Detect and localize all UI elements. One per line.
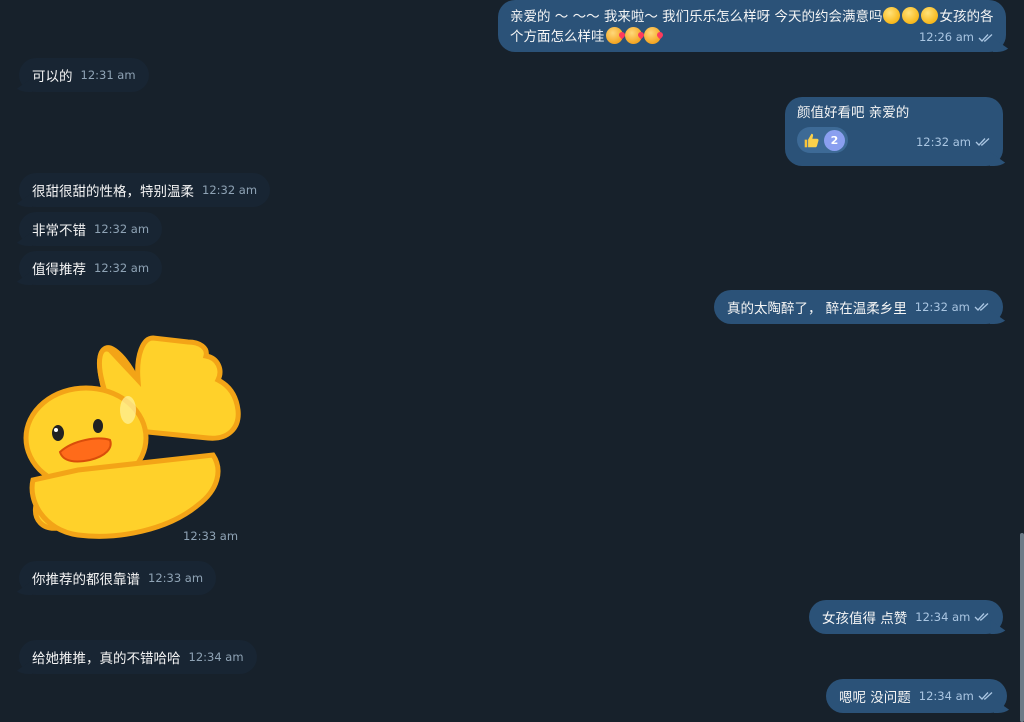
- message-text: 非常不错: [32, 223, 86, 239]
- message-time: 12:32 am: [94, 222, 150, 236]
- star-struck-emoji: [902, 7, 920, 24]
- message-text: 很甜很甜的性格，特别温柔: [32, 184, 194, 200]
- message-text: 颜值好看吧 亲爱的: [797, 105, 910, 121]
- message-text: 女孩值得 点赞: [822, 611, 908, 627]
- double-check-icon: [978, 33, 993, 42]
- message-time: 12:33 am: [148, 571, 204, 585]
- scrollbar[interactable]: [1020, 533, 1024, 722]
- message-bubble-outgoing[interactable]: 颜值好看吧 亲爱的 2 12:32 am: [785, 97, 1003, 166]
- message-bubble-outgoing[interactable]: 亲爱的 ～ ～～ 我来啦～ 我们乐乐怎么样呀 今天的约会满意吗 女孩的各个方面怎么…: [498, 0, 1006, 52]
- message-time: 12:34 am: [188, 650, 244, 664]
- reaction-count: 2: [824, 129, 845, 151]
- reaction-chip[interactable]: 2: [797, 127, 848, 153]
- message-time: 12:32 am: [94, 261, 150, 275]
- double-check-icon: [974, 303, 989, 311]
- message-text: 嗯呢 没问题: [839, 690, 911, 706]
- message-time: 12:34 am: [918, 689, 974, 703]
- message-time: 12:32 am: [914, 300, 970, 314]
- double-check-icon: [978, 692, 993, 700]
- kissing-heart-emoji: [624, 27, 642, 44]
- message-bubble-incoming[interactable]: 可以的 12:31 am: [19, 58, 149, 92]
- message-bubble-incoming[interactable]: 你推荐的都很靠谱 12:33 am: [19, 561, 217, 595]
- duck-thumbs-up-sticker[interactable]: [18, 330, 248, 545]
- star-struck-emoji: [883, 7, 901, 24]
- message-time: 12:26 am: [918, 30, 974, 44]
- double-check-icon: [974, 613, 989, 621]
- message-text: 给她推推，真的不错哈哈: [32, 651, 181, 667]
- message-text: 值得推荐: [32, 262, 86, 278]
- message-bubble-outgoing[interactable]: 真的太陶醉了， 醉在温柔乡里 12:32 am: [714, 290, 1003, 324]
- thumbs-up-icon: [804, 133, 819, 147]
- message-bubble-incoming[interactable]: 很甜很甜的性格，特别温柔 12:32 am: [19, 173, 271, 207]
- message-time: 12:33 am: [183, 529, 239, 543]
- message-time: 12:32 am: [202, 183, 258, 197]
- message-time: 12:34 am: [915, 610, 971, 624]
- message-bubble-incoming[interactable]: 给她推推，真的不错哈哈 12:34 am: [19, 640, 257, 674]
- message-text: 可以的: [32, 69, 73, 85]
- message-text: 你推荐的都很靠谱: [32, 572, 140, 588]
- message-bubble-incoming[interactable]: 值得推荐 12:32 am: [19, 251, 163, 285]
- kissing-heart-emoji: [643, 27, 661, 44]
- kissing-heart-emoji: [605, 27, 623, 44]
- double-check-icon: [975, 138, 990, 146]
- message-bubble-outgoing[interactable]: 女孩值得 点赞 12:34 am: [809, 600, 1004, 634]
- message-time: 12:32 am: [915, 134, 971, 149]
- message-text: 真的太陶醉了， 醉在温柔乡里: [727, 301, 907, 317]
- message-bubble-incoming[interactable]: 非常不错 12:32 am: [19, 212, 163, 246]
- star-struck-emoji: [921, 7, 939, 24]
- message-text: 亲爱的 ～ ～～ 我来啦～ 我们乐乐怎么样呀 今天的约会满意吗: [510, 9, 883, 25]
- message-time: 12:31 am: [80, 68, 136, 82]
- message-bubble-outgoing[interactable]: 嗯呢 没问题 12:34 am: [826, 679, 1007, 713]
